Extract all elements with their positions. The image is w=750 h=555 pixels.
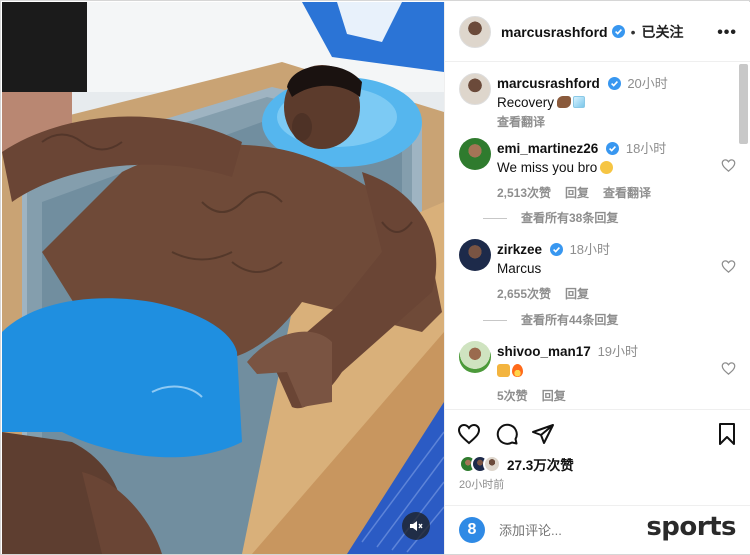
comment-text-row (497, 363, 717, 378)
avatar[interactable] (459, 73, 491, 105)
likes-summary[interactable]: 27.3万次赞 (459, 454, 574, 474)
avatar[interactable] (459, 239, 491, 271)
post-side-panel: marcusrashford • 已关注 ••• marcusrashford (444, 2, 750, 554)
comment-item: shivoo_man17 19小时 5次赞 回复 (459, 341, 739, 408)
verified-badge-icon (607, 77, 621, 90)
comment-like-heart-icon[interactable] (721, 361, 736, 376)
verified-badge-icon (611, 25, 625, 38)
like-count[interactable]: 27.3万次赞 (507, 454, 574, 474)
verified-badge-icon (549, 243, 563, 256)
send-icon[interactable] (531, 422, 555, 446)
heart-icon[interactable] (457, 422, 481, 446)
comment-text-row: We miss you bro (497, 160, 717, 175)
comment-author[interactable]: emi_martinez26 (497, 141, 598, 156)
author-username[interactable]: marcusrashford (501, 24, 608, 40)
comment-icon[interactable] (495, 422, 519, 446)
comment-author[interactable]: zirkzee (497, 242, 542, 257)
comment-text: Marcus (497, 261, 542, 276)
translate-link[interactable]: 查看翻译 (603, 186, 651, 200)
caption-author[interactable]: marcusrashford (497, 76, 600, 91)
post-media[interactable] (2, 2, 444, 554)
post-header: marcusrashford • 已关注 ••• (445, 2, 750, 62)
comment-author[interactable]: shivoo_man17 (497, 344, 591, 359)
bookmark-icon[interactable] (715, 422, 739, 446)
comment-item: zirkzee 18小时 Marcus 2,655次赞 回复 (459, 239, 739, 309)
comments-scrollbar[interactable] (739, 64, 748, 144)
comment-like-count[interactable]: 2,513次赞 (497, 186, 551, 200)
liker-avatar (483, 455, 501, 473)
caption-translate-link[interactable]: 查看翻译 (497, 113, 717, 130)
view-replies-link[interactable]: 查看所有38条回复 (483, 209, 618, 226)
comment-meta: 2,513次赞 回复 查看翻译 (497, 184, 717, 201)
raised-hands-emoji-icon (497, 364, 510, 377)
comment-time: 19小时 (597, 344, 639, 359)
flexed-biceps-emoji-icon (557, 96, 572, 108)
post-actions: 27.3万次赞 20小时前 (445, 409, 750, 505)
post-timestamp: 20小时前 (459, 479, 505, 491)
caption-text: Recovery (497, 95, 555, 110)
avatar[interactable] (459, 138, 491, 170)
caption-text-row: Recovery (497, 95, 717, 110)
comment-meta: 5次赞 回复 (497, 387, 717, 404)
instagram-post-window: marcusrashford • 已关注 ••• marcusrashford (0, 0, 750, 555)
sad-face-emoji-icon (600, 161, 614, 174)
comment-time: 18小时 (625, 141, 667, 156)
author-avatar[interactable] (459, 15, 491, 48)
ice-cube-emoji-icon (573, 96, 586, 108)
caption: marcusrashford 20小时 Recovery 查看翻译 (459, 73, 739, 129)
comment-like-heart-icon[interactable] (721, 259, 736, 274)
comment-time: 18小时 (569, 242, 611, 257)
mute-toggle-button[interactable] (402, 512, 430, 540)
more-options-icon[interactable]: ••• (717, 24, 737, 42)
comment-like-count[interactable]: 5次赞 (497, 389, 528, 403)
comment-like-heart-icon[interactable] (721, 158, 736, 173)
view-replies-link[interactable]: 查看所有44条回复 (483, 311, 618, 328)
comments-list[interactable]: marcusrashford 20小时 Recovery 查看翻译 emi_ma… (445, 63, 750, 408)
watermark-text: sports (646, 512, 736, 542)
emoji-picker-icon[interactable]: 8 (459, 517, 485, 543)
header-separator: • (630, 23, 636, 40)
following-button[interactable]: 已关注 (642, 22, 684, 42)
verified-badge-icon (606, 142, 620, 155)
comment-input[interactable] (499, 522, 609, 538)
reply-button[interactable]: 回复 (565, 287, 589, 301)
comment-text: We miss you bro (497, 160, 598, 175)
fire-emoji-icon (512, 364, 523, 377)
comment-meta: 2,655次赞 回复 (497, 285, 717, 302)
reply-button[interactable]: 回复 (565, 186, 589, 200)
comment-like-count[interactable]: 2,655次赞 (497, 287, 551, 301)
speaker-muted-icon (410, 521, 423, 531)
post-photo (2, 2, 444, 554)
caption-time: 20小时 (627, 76, 668, 91)
avatar[interactable] (459, 341, 491, 373)
reply-button[interactable]: 回复 (542, 389, 566, 403)
